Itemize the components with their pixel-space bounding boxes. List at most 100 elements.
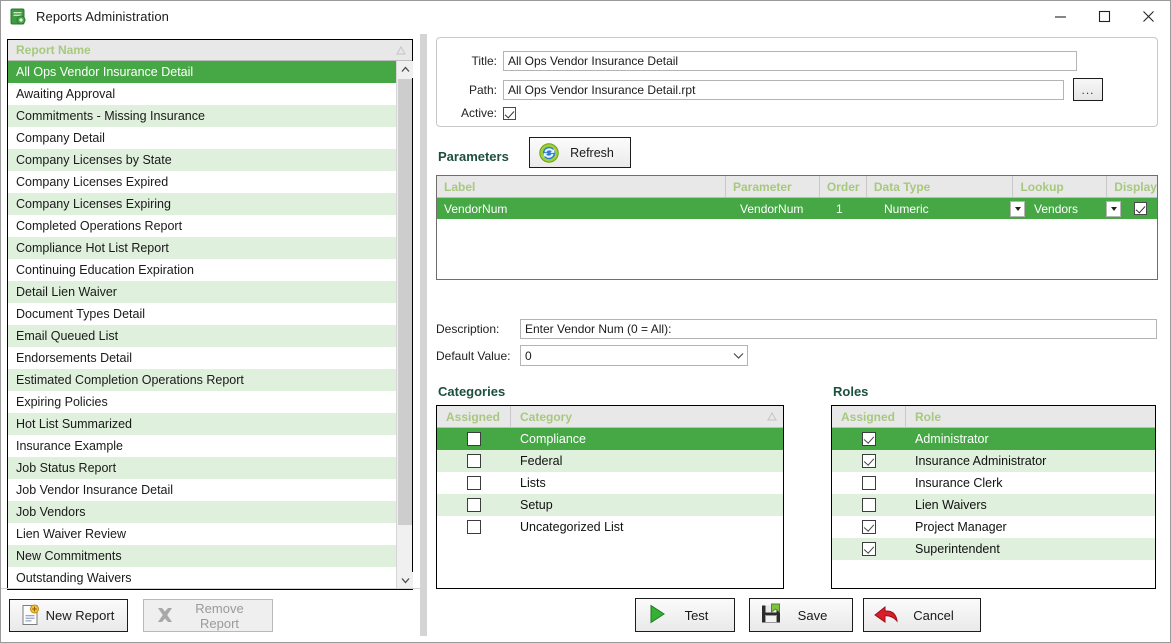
report-list-item[interactable]: Email Queued List — [8, 325, 396, 347]
assigned-checkbox[interactable] — [467, 520, 481, 534]
report-list-item[interactable]: Hot List Summarized — [8, 413, 396, 435]
report-list-item[interactable]: Commitments - Missing Insurance — [8, 105, 396, 127]
assigned-checkbox[interactable] — [467, 432, 481, 446]
assigned-checkbox[interactable] — [862, 498, 876, 512]
new-report-label: New Report — [45, 608, 115, 623]
category-row[interactable]: Setup — [437, 494, 783, 516]
report-list-item[interactable]: Estimated Completion Operations Report — [8, 369, 396, 391]
report-list-item[interactable]: Continuing Education Expiration — [8, 259, 396, 281]
categories-grid-body[interactable]: Compliance Federal Lists Setup Uncategorized… — [437, 428, 783, 538]
roles-grid-body[interactable]: Administrator Insurance Administrator Insu… — [832, 428, 1155, 560]
role-row[interactable]: Lien Waivers — [832, 494, 1155, 516]
save-disk-icon — [759, 602, 785, 628]
param-col-datatype[interactable]: Data Type — [867, 176, 1014, 197]
report-list-item[interactable]: Company Licenses Expiring — [8, 193, 396, 215]
param-display-checkbox[interactable] — [1133, 202, 1147, 215]
default-value-label: Default Value: — [436, 348, 511, 363]
report-list-item[interactable]: Job Status Report — [8, 457, 396, 479]
report-list-item[interactable]: Compliance Hot List Report — [8, 237, 396, 259]
categories-col-assigned[interactable]: Assigned — [437, 406, 511, 427]
active-checkbox[interactable] — [503, 106, 516, 120]
param-col-lookup[interactable]: Lookup — [1013, 176, 1108, 197]
report-list-item[interactable]: Completed Operations Report — [8, 215, 396, 237]
categories-col-category[interactable]: Category — [511, 406, 783, 427]
refresh-parameters-button[interactable]: Refresh — [529, 137, 631, 168]
roles-col-role[interactable]: Role — [906, 406, 1155, 427]
default-value-combobox[interactable]: 0 — [520, 345, 748, 366]
title-input[interactable]: All Ops Vendor Insurance Detail — [503, 51, 1077, 71]
assigned-checkbox[interactable] — [862, 542, 876, 556]
param-datatype-value: Numeric — [884, 201, 929, 216]
name-cell: Lien Waivers — [915, 498, 987, 512]
role-row[interactable]: Superintendent — [832, 538, 1155, 560]
report-name-column-header[interactable]: Report Name — [8, 40, 91, 60]
report-list-item[interactable]: New Commitments — [8, 545, 396, 567]
maximize-icon[interactable] — [1082, 1, 1126, 32]
active-label: Active: — [460, 106, 497, 120]
save-button[interactable]: Save — [749, 598, 853, 632]
param-cell-label: VendorNum — [444, 201, 508, 216]
report-list-panel: Report Name All Ops Vendor Insurance Det… — [7, 39, 413, 590]
assigned-checkbox[interactable] — [862, 520, 876, 534]
report-list-item[interactable]: Company Licenses by State — [8, 149, 396, 171]
path-label: Path: — [468, 82, 497, 97]
remove-report-label: Remove Report — [195, 600, 244, 631]
cancel-button[interactable]: Cancel — [863, 598, 981, 632]
report-list-item[interactable]: Expiring Policies — [8, 391, 396, 413]
param-col-order[interactable]: Order — [820, 176, 867, 197]
assigned-checkbox[interactable] — [467, 454, 481, 468]
parameters-table-row[interactable]: VendorNum VendorNum 1 Numeric Vendors — [437, 198, 1157, 219]
assigned-checkbox[interactable] — [862, 476, 876, 490]
report-list-item[interactable]: Awaiting Approval — [8, 83, 396, 105]
param-col-label[interactable]: Label — [437, 176, 726, 197]
assigned-checkbox[interactable] — [467, 498, 481, 512]
path-input[interactable]: All Ops Vendor Insurance Detail.rpt — [503, 79, 1064, 100]
category-row[interactable]: Compliance — [437, 428, 783, 450]
role-row[interactable]: Administrator — [832, 428, 1155, 450]
report-app-icon — [10, 8, 27, 25]
report-list-scrollbar[interactable] — [396, 61, 413, 589]
chevron-down-icon[interactable] — [729, 352, 747, 360]
role-row[interactable]: Insurance Clerk — [832, 472, 1155, 494]
role-row[interactable]: Insurance Administrator — [832, 450, 1155, 472]
pane-splitter[interactable] — [420, 34, 427, 636]
test-button[interactable]: Test — [635, 598, 735, 632]
report-list-item[interactable]: Document Types Detail — [8, 303, 396, 325]
close-icon[interactable] — [1126, 1, 1170, 32]
scroll-down-icon[interactable] — [397, 572, 413, 589]
report-list-item[interactable]: Job Vendor Insurance Detail — [8, 479, 396, 501]
report-list-item[interactable]: Company Licenses Expired — [8, 171, 396, 193]
category-row[interactable]: Uncategorized List — [437, 516, 783, 538]
browse-path-button[interactable]: ... — [1073, 78, 1103, 101]
report-list-item[interactable]: Outstanding Waivers — [8, 567, 396, 589]
report-list-item[interactable]: Company Detail — [8, 127, 396, 149]
param-col-display[interactable]: Display — [1107, 176, 1157, 197]
category-row[interactable]: Federal — [437, 450, 783, 472]
minimize-icon[interactable] — [1038, 1, 1082, 32]
report-list-item[interactable]: Job Vendors — [8, 501, 396, 523]
param-col-parameter[interactable]: Parameter — [726, 176, 820, 197]
remove-report-button[interactable]: Remove Report — [143, 599, 273, 632]
roles-col-assigned[interactable]: Assigned — [832, 406, 906, 427]
category-row[interactable]: Lists — [437, 472, 783, 494]
new-report-button[interactable]: New Report — [9, 599, 128, 632]
cancel-arrow-icon — [873, 602, 899, 628]
assigned-cell — [832, 542, 906, 556]
assigned-checkbox[interactable] — [467, 476, 481, 490]
scrollbar-thumb[interactable] — [398, 79, 412, 525]
datatype-dropdown-arrow-icon[interactable] — [1010, 200, 1025, 217]
assigned-checkbox[interactable] — [862, 454, 876, 468]
report-list-item[interactable]: All Ops Vendor Insurance Detail — [8, 61, 396, 83]
report-list-item[interactable]: Detail Lien Waiver — [8, 281, 396, 303]
report-list-item[interactable]: Lien Waiver Review — [8, 523, 396, 545]
assigned-checkbox[interactable] — [862, 432, 876, 446]
description-input[interactable]: Enter Vendor Num (0 = All): — [520, 319, 1157, 339]
report-list-item[interactable]: Endorsements Detail — [8, 347, 396, 369]
report-list-item[interactable]: Insurance Example — [8, 435, 396, 457]
report-list-header[interactable]: Report Name — [8, 40, 412, 61]
lookup-dropdown-arrow-icon[interactable] — [1106, 200, 1121, 217]
role-row[interactable]: Project Manager — [832, 516, 1155, 538]
default-value-text: 0 — [525, 348, 532, 363]
report-list-body[interactable]: All Ops Vendor Insurance Detail Awaiting … — [8, 61, 396, 589]
scroll-up-icon[interactable] — [397, 61, 413, 78]
